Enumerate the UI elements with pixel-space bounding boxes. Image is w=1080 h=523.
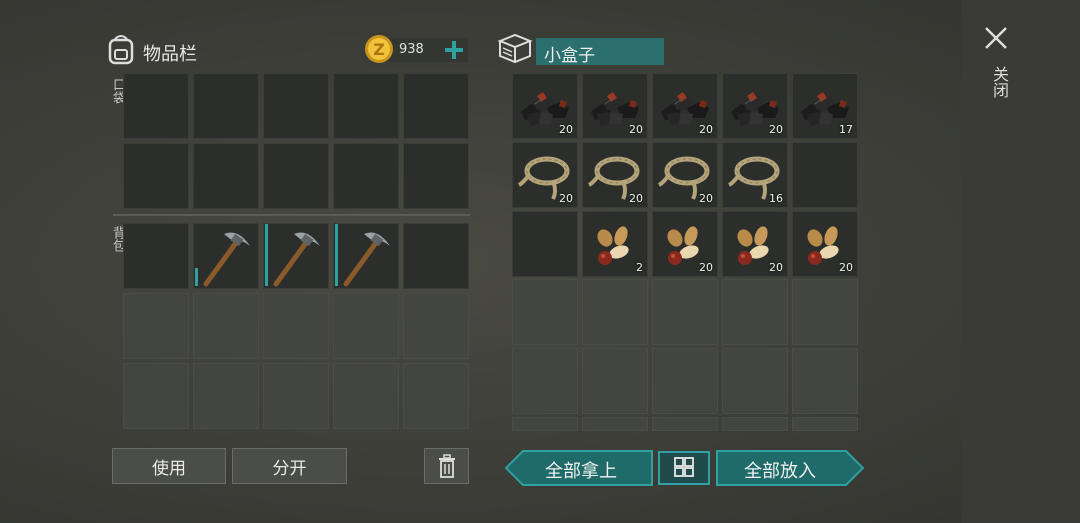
item-count: 2 — [636, 261, 643, 274]
pocket-slot[interactable] — [333, 143, 399, 209]
container-slot[interactable] — [512, 417, 578, 431]
trash-button[interactable] — [424, 448, 469, 484]
backpack-slot-pickaxe[interactable] — [263, 223, 329, 289]
container-slot-coal[interactable]: 20 — [582, 73, 648, 139]
container-slot[interactable] — [792, 348, 858, 414]
backpack-slot[interactable] — [403, 223, 469, 289]
container-slot-seeds[interactable]: 20 — [792, 211, 858, 277]
container-slot-coal[interactable]: 20 — [722, 73, 788, 139]
use-button[interactable]: 使用 — [112, 448, 226, 484]
item-count: 20 — [699, 261, 713, 274]
pocket-slot[interactable] — [333, 73, 399, 139]
pocket-slot[interactable] — [403, 143, 469, 209]
container-title: 小盒子 — [544, 46, 595, 66]
pickaxe-icon — [343, 232, 390, 287]
container-slot-seeds[interactable]: 20 — [722, 211, 788, 277]
container-slot-rope[interactable]: 16 — [722, 142, 788, 208]
container-slot[interactable] — [722, 417, 788, 431]
item-count: 20 — [629, 123, 643, 136]
put-all-button[interactable]: 全部放入 — [716, 450, 864, 486]
container-slot[interactable] — [792, 279, 858, 345]
backpack-slot[interactable] — [193, 293, 259, 359]
container-slot-rope[interactable]: 20 — [582, 142, 648, 208]
trash-icon — [438, 454, 455, 478]
item-count: 20 — [769, 261, 783, 274]
svg-text:Z: Z — [373, 40, 385, 59]
item-count: 20 — [839, 261, 853, 274]
add-coins-button[interactable] — [441, 36, 467, 64]
close-button[interactable]: 关闭 — [980, 22, 1012, 104]
container-slot[interactable] — [582, 348, 648, 414]
item-count: 17 — [839, 123, 853, 136]
take-all-label: 全部拿上 — [545, 461, 617, 482]
backpack-icon — [106, 33, 136, 65]
box-icon — [497, 32, 533, 64]
coin-count: 938 — [399, 42, 424, 57]
backpack-slot[interactable] — [263, 293, 329, 359]
container-slot[interactable] — [652, 417, 718, 431]
container-slot[interactable] — [792, 417, 858, 431]
divider — [113, 214, 470, 216]
backpack-slot[interactable] — [403, 293, 469, 359]
container-slot[interactable] — [652, 348, 718, 414]
backpack-slot[interactable] — [123, 363, 189, 429]
put-all-label: 全部放入 — [744, 461, 816, 482]
pickaxe-icon — [273, 232, 320, 287]
backpack-slot-pickaxe[interactable] — [193, 223, 259, 289]
item-count: 20 — [629, 192, 643, 205]
backpack-slot[interactable] — [403, 363, 469, 429]
container-slot[interactable] — [512, 211, 578, 277]
container-slot[interactable] — [792, 142, 858, 208]
container-slot-coal[interactable]: 17 — [792, 73, 858, 139]
pocket-slot[interactable] — [123, 143, 189, 209]
pickaxe-icon — [203, 232, 250, 287]
container-slot-seeds[interactable]: 2 — [582, 211, 648, 277]
backpack-slot-pickaxe[interactable] — [333, 223, 399, 289]
pocket-slot[interactable] — [193, 73, 259, 139]
backpack-slot[interactable] — [333, 363, 399, 429]
item-count: 20 — [699, 192, 713, 205]
container-slot-coal[interactable]: 20 — [652, 73, 718, 139]
container-slot[interactable] — [722, 348, 788, 414]
inventory-title: 物品栏 — [143, 44, 197, 65]
take-all-button[interactable]: 全部拿上 — [505, 450, 653, 486]
container-slot-seeds[interactable]: 20 — [652, 211, 718, 277]
sort-button[interactable] — [658, 451, 710, 485]
container-slot[interactable] — [512, 348, 578, 414]
pocket-slot[interactable] — [403, 73, 469, 139]
plus-icon — [445, 41, 463, 59]
backpack-slot[interactable] — [123, 293, 189, 359]
container-slot-coal[interactable]: 20 — [512, 73, 578, 139]
item-count: 20 — [559, 192, 573, 205]
backpack-slot[interactable] — [333, 293, 399, 359]
container-slot-rope[interactable]: 20 — [652, 142, 718, 208]
item-count: 20 — [769, 123, 783, 136]
split-button[interactable]: 分开 — [232, 448, 347, 484]
grid-icon — [674, 457, 694, 477]
container-slot[interactable] — [722, 279, 788, 345]
pocket-slot[interactable] — [263, 143, 329, 209]
close-label: 关闭 — [990, 66, 1009, 98]
pocket-slot[interactable] — [123, 73, 189, 139]
coin-icon: Z — [364, 34, 394, 64]
container-slot-rope[interactable]: 20 — [512, 142, 578, 208]
pocket-slot[interactable] — [193, 143, 259, 209]
container-slot[interactable] — [512, 279, 578, 345]
item-count: 16 — [769, 192, 783, 205]
container-slot[interactable] — [582, 417, 648, 431]
backpack-slot[interactable] — [263, 363, 329, 429]
pocket-slot[interactable] — [263, 73, 329, 139]
item-count: 20 — [699, 123, 713, 136]
container-slot[interactable] — [652, 279, 718, 345]
close-icon — [985, 27, 1007, 49]
item-count: 20 — [559, 123, 573, 136]
container-slot[interactable] — [582, 279, 648, 345]
backpack-slot[interactable] — [193, 363, 259, 429]
backpack-slot[interactable] — [123, 223, 189, 289]
